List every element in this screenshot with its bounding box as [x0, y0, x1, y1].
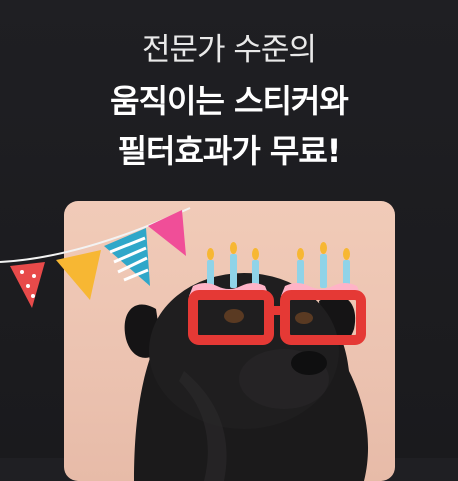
party-bunting-flags-icon [0, 207, 191, 308]
headline-line-3: 필터효과가 무료! [117, 132, 342, 170]
birthday-cake-glasses-sticker-icon [188, 242, 366, 345]
headline-line-1: 전문가 수준의 [142, 32, 317, 68]
headline-line-2: 움직이는 스티커와 [110, 82, 349, 120]
